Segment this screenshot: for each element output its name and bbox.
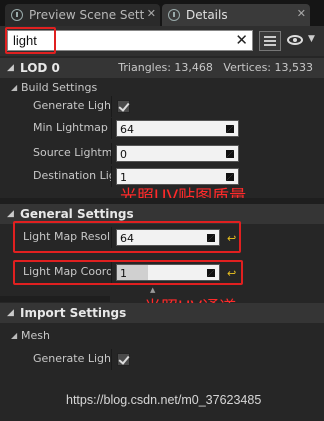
tab-bar: Preview Scene Sett ✕ Details ✕	[0, 0, 324, 26]
property-label: Generate Lightmap UVs	[33, 352, 111, 365]
info-icon	[168, 9, 180, 21]
property-label: Destination Lightmap Index	[33, 169, 111, 182]
category-import-settings[interactable]: ◢ Import Settings	[0, 303, 324, 323]
row-source-lightmap-index: Source Lightmap Index 0	[0, 143, 324, 164]
tab-details[interactable]: Details ✕	[162, 4, 310, 26]
collapse-arrow-icon: ◢	[11, 331, 18, 340]
eye-icon	[287, 35, 303, 45]
row-generate-lightmap-uvs: Generate Lightmap UVs	[0, 349, 324, 370]
property-label: Generate Lightmap	[33, 99, 111, 112]
collapse-arrow-icon: ◢	[7, 308, 14, 318]
chevron-down-icon: ▼	[308, 34, 315, 44]
details-panel: ◢ LOD 0 Triangles: 13,468 Vertices: 13,5…	[0, 56, 324, 421]
tab-label: Details	[186, 8, 228, 22]
watermark: https://blog.csdn.net/m0_37623485	[66, 393, 262, 407]
collapse-arrow-icon: ◢	[11, 83, 18, 92]
lod-stats: Triangles: 13,468 Vertices: 13,533	[118, 61, 313, 74]
collapse-arrow-icon: ◢	[7, 63, 14, 73]
property-label: Min Lightmap Resolution	[33, 121, 111, 134]
tab-label: Preview Scene Sett	[29, 8, 145, 22]
close-icon[interactable]: ✕	[297, 7, 306, 20]
spin-arrows-icon[interactable]	[226, 173, 234, 181]
subcategory-build-settings[interactable]: ◢ Build Settings	[0, 79, 324, 97]
generate-lightmap-uvs-checkbox[interactable]	[117, 353, 130, 366]
view-options-button[interactable]: ▼	[287, 32, 319, 50]
spin-arrows-icon[interactable]	[226, 125, 234, 133]
info-icon	[11, 9, 23, 21]
spin-arrows-icon[interactable]	[226, 150, 234, 158]
highlight-light-map-resolution	[13, 221, 241, 253]
source-lightmap-index-field[interactable]: 0	[116, 145, 239, 162]
section-divider	[0, 296, 110, 302]
search-highlight-box	[5, 27, 56, 54]
close-icon[interactable]: ✕	[147, 7, 156, 20]
generate-lightmap-checkbox[interactable]	[117, 100, 130, 113]
highlight-light-map-coordinate	[13, 260, 243, 285]
category-title: Import Settings	[20, 306, 127, 320]
category-title: LOD 0	[20, 61, 60, 75]
subcategory-title: Mesh	[21, 329, 50, 342]
min-lightmap-resolution-field[interactable]: 64	[116, 120, 239, 137]
property-label: Source Lightmap Index	[33, 146, 111, 159]
subcategory-mesh[interactable]: ◢ Mesh	[0, 327, 324, 345]
row-generate-lightmap: Generate Lightmap	[0, 96, 324, 117]
category-title: General Settings	[20, 207, 134, 221]
row-min-lightmap-resolution: Min Lightmap Resolution 64	[0, 118, 324, 139]
property-matrix-button[interactable]	[259, 31, 281, 51]
subcategory-title: Build Settings	[21, 81, 98, 94]
tab-preview-scene-settings[interactable]: Preview Scene Sett ✕	[5, 4, 160, 26]
category-lod0[interactable]: ◢ LOD 0 Triangles: 13,468 Vertices: 13,5…	[0, 58, 324, 78]
clear-search-icon[interactable]: ✕	[235, 31, 248, 49]
